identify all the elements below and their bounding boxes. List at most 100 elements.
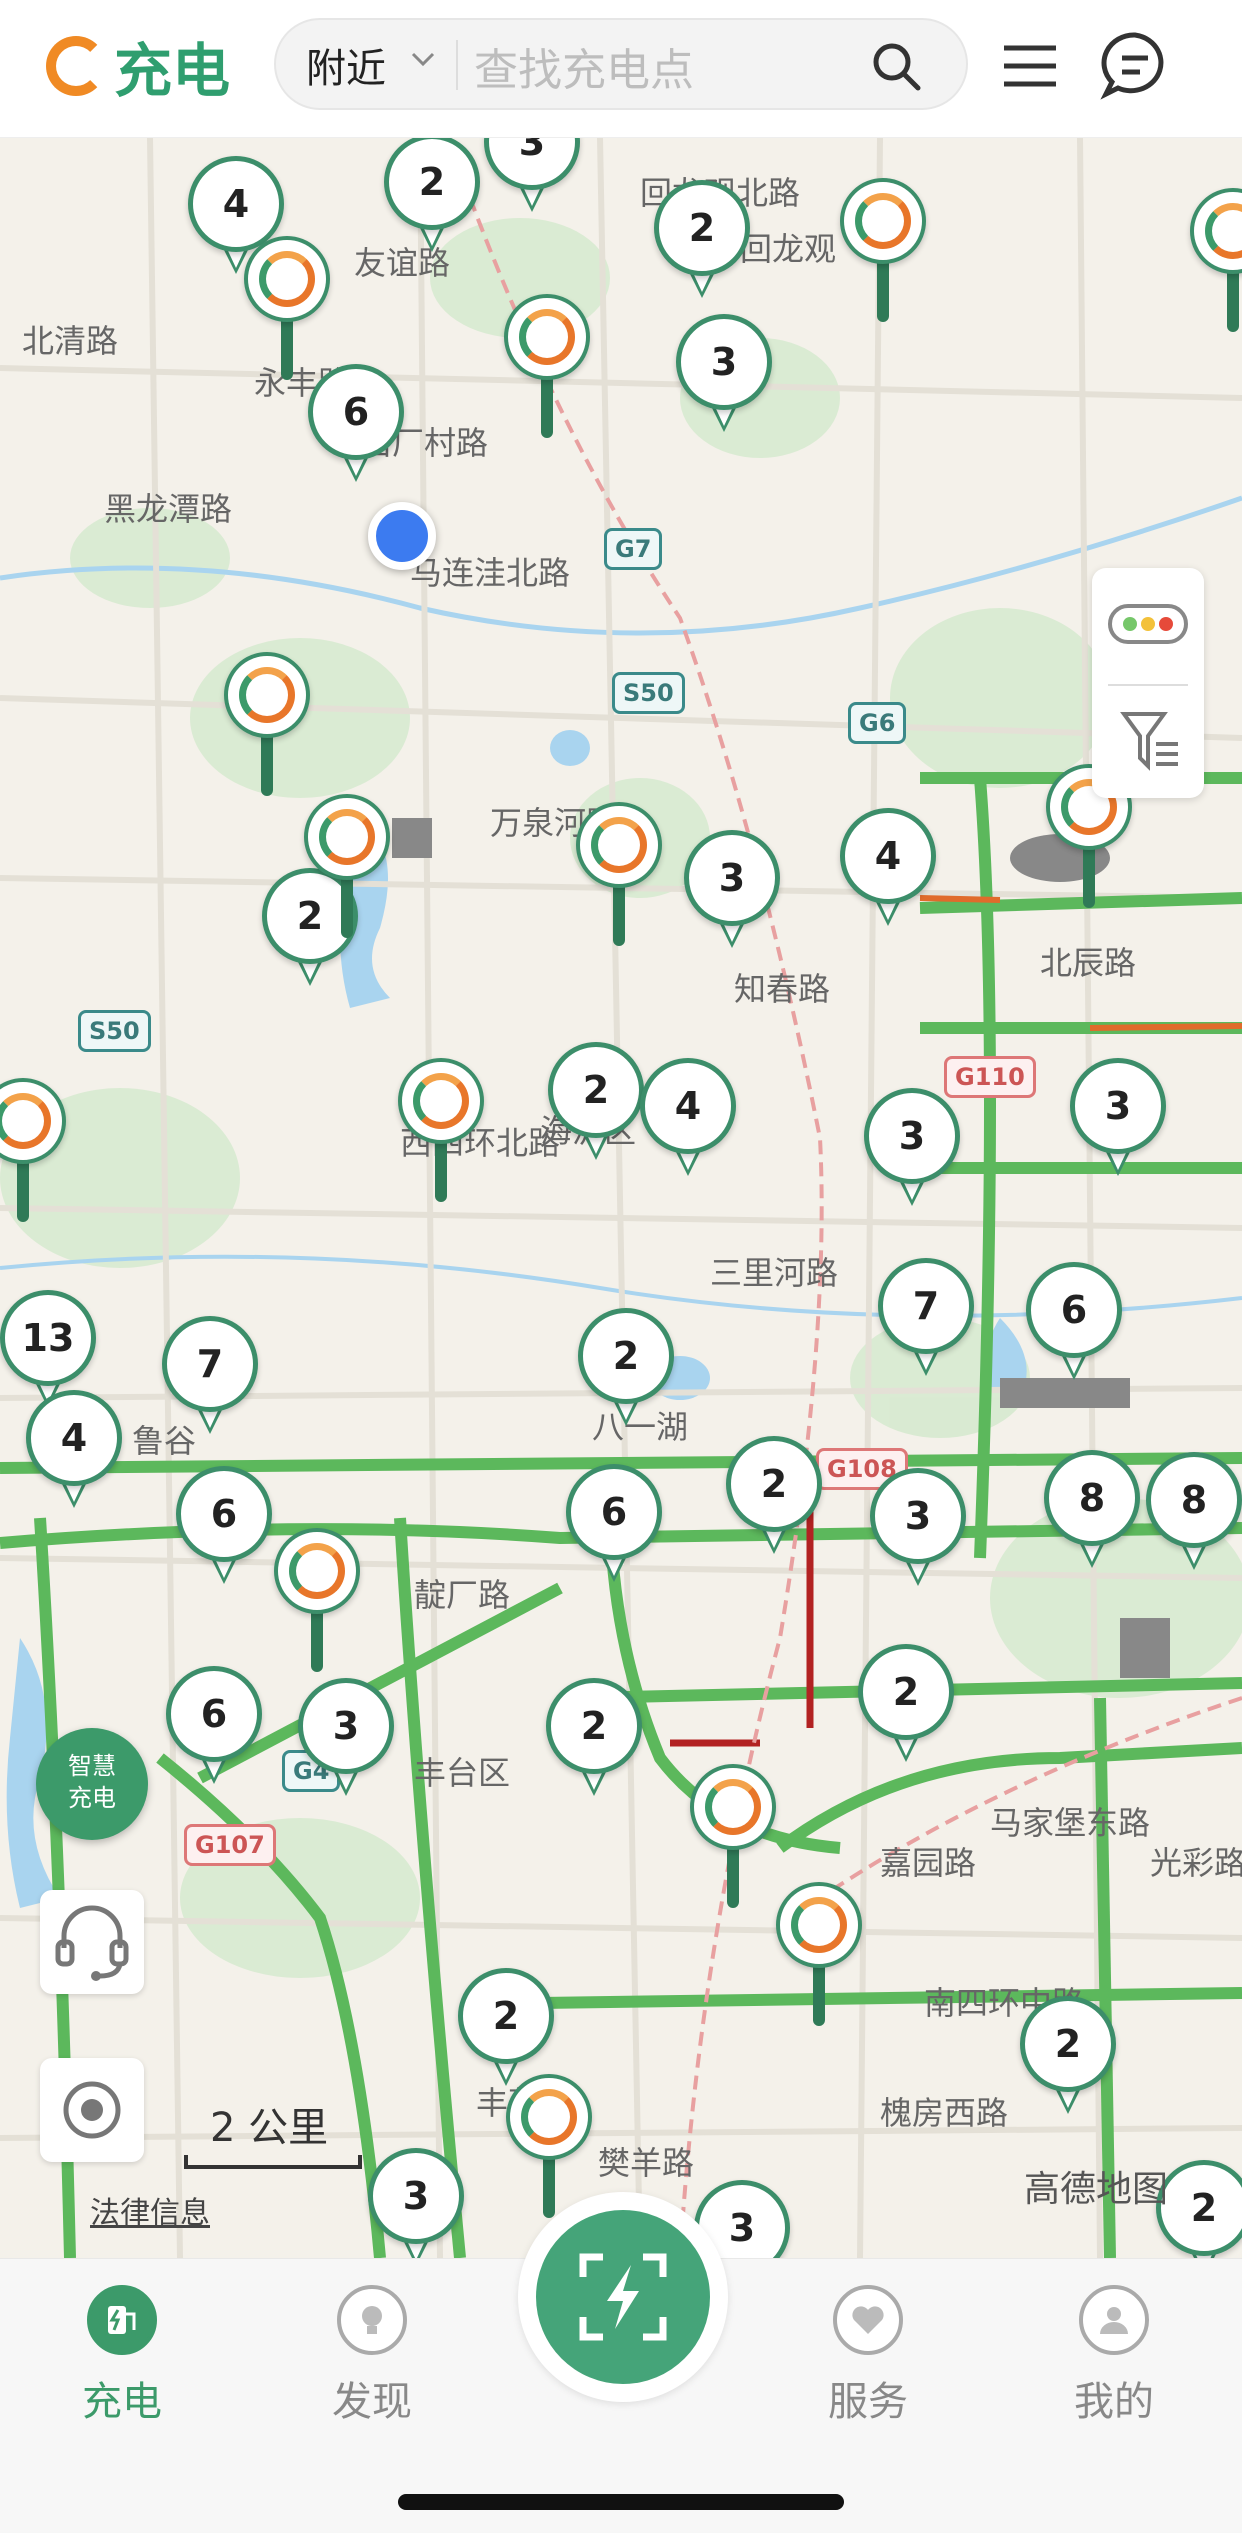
customer-service-button[interactable] (40, 1890, 144, 1994)
station-cluster-pin[interactable]: 6 (1026, 1262, 1122, 1388)
station-cluster-pin[interactable]: 2 (548, 1042, 644, 1168)
pin-stem (261, 732, 273, 796)
station-cluster-pin[interactable]: 8 (1146, 1452, 1242, 1578)
map-label: 槐房西路 (880, 2094, 1009, 2132)
smart-charge-button[interactable]: 智慧 充电 (36, 1728, 148, 1840)
station-cluster-pin[interactable]: 6 (166, 1666, 262, 1792)
tab-discover-label: 发现 (332, 2379, 412, 2425)
cluster-count: 7 (878, 1258, 974, 1354)
brand-station-pin[interactable] (504, 294, 590, 444)
smart-charge-label-2: 充电 (68, 1784, 116, 1812)
station-cluster-pin[interactable]: 7 (878, 1258, 974, 1384)
chevron-down-icon (411, 52, 435, 67)
scan-charge-button[interactable] (518, 2192, 728, 2402)
menu-icon[interactable] (1000, 36, 1060, 96)
brand-station-pin[interactable] (776, 1882, 862, 2032)
cluster-count: 2 (1020, 1996, 1116, 2092)
brand-station-pin[interactable] (398, 1058, 484, 1208)
cluster-count: 6 (1026, 1262, 1122, 1358)
pin-stem (281, 316, 293, 380)
station-cluster-pin[interactable]: 3 (684, 830, 780, 956)
nearby-selector[interactable]: 附近 (306, 36, 386, 94)
pin-stem (543, 2154, 555, 2218)
tab-discover[interactable]: 发现 (302, 2285, 442, 2427)
station-cluster-pin[interactable]: 3 (368, 2148, 464, 2258)
cluster-count: 2 (726, 1436, 822, 1532)
logo-e-icon (46, 36, 106, 96)
lightbulb-icon (337, 2285, 407, 2355)
map-view[interactable]: 北清路 黑龙潭路 后厂村路 马连洼北路 回龙观 北辰路 知春路 万泉河路 西四环北路 三里河路 八一… (0, 138, 1242, 2258)
station-cluster-pin[interactable]: 3 (1070, 1058, 1166, 1184)
locate-me-button[interactable] (40, 2058, 144, 2162)
cluster-count: 4 (640, 1058, 736, 1154)
brand-station-pin[interactable] (690, 1764, 776, 1914)
pin-stem (341, 874, 353, 938)
station-cluster-pin[interactable]: 3 (484, 138, 580, 220)
brand-station-pin[interactable] (274, 1528, 360, 1678)
cluster-count: 2 (578, 1308, 674, 1404)
cluster-count: 3 (298, 1678, 394, 1774)
legal-info-link[interactable]: 法律信息 (90, 2188, 210, 2232)
search-input[interactable]: 查找充电点 (474, 34, 694, 98)
map-provider-label: 高德地图 (1024, 2169, 1169, 2210)
app-logo: 充电 (46, 30, 230, 105)
station-cluster-pin[interactable]: 2 (578, 1308, 674, 1434)
station-cluster-pin[interactable]: 3 (676, 314, 772, 440)
brand-station-pin[interactable] (224, 652, 310, 802)
station-cluster-pin[interactable]: 6 (566, 1464, 662, 1590)
cluster-count: 3 (368, 2148, 464, 2244)
brand-station-pin[interactable] (576, 802, 662, 952)
station-cluster-pin[interactable]: 2 (654, 180, 750, 306)
cluster-count: 3 (676, 314, 772, 410)
station-cluster-pin[interactable]: 6 (176, 1466, 272, 1592)
traffic-toggle-icon[interactable] (1108, 604, 1188, 644)
pin-stem (17, 1158, 29, 1222)
brand-logo-icon (224, 652, 310, 738)
station-cluster-pin[interactable]: 2 (1020, 1996, 1116, 2122)
map-scale: 2 公里 (184, 2095, 362, 2175)
map-label: 靛厂路 (414, 1576, 511, 1614)
station-cluster-pin[interactable]: 3 (298, 1678, 394, 1804)
road-shield: G107 (184, 1824, 276, 1866)
brand-station-pin[interactable] (244, 236, 330, 386)
headset-icon (55, 1905, 129, 1981)
station-cluster-pin[interactable]: 2 (858, 1644, 954, 1770)
brand-station-pin[interactable] (304, 794, 390, 944)
search-bar[interactable]: 附近 查找充电点 (274, 18, 968, 110)
filter-icon[interactable] (1120, 706, 1180, 776)
station-cluster-pin[interactable]: 4 (840, 808, 936, 934)
search-icon[interactable] (870, 40, 922, 92)
brand-station-pin[interactable] (1190, 188, 1242, 338)
cluster-count: 8 (1044, 1450, 1140, 1546)
tab-service[interactable]: 服务 (798, 2285, 938, 2427)
brand-logo-icon (776, 1882, 862, 1968)
station-cluster-pin[interactable]: 2 (1156, 2160, 1242, 2258)
brand-station-pin[interactable] (0, 1078, 66, 1228)
pin-stem (435, 1138, 447, 1202)
station-cluster-pin[interactable]: 2 (726, 1436, 822, 1562)
logo-text: 充电 (114, 37, 231, 105)
brand-station-pin[interactable] (840, 178, 926, 328)
station-cluster-pin[interactable]: 4 (26, 1390, 122, 1516)
tab-mine[interactable]: 我的 (1044, 2285, 1184, 2427)
tab-charge[interactable]: 充电 (52, 2285, 192, 2427)
station-cluster-pin[interactable]: 8 (1044, 1450, 1140, 1576)
station-cluster-pin[interactable]: 7 (162, 1316, 258, 1442)
message-icon[interactable] (1100, 30, 1170, 100)
station-cluster-pin[interactable]: 3 (870, 1468, 966, 1594)
brand-logo-icon (690, 1764, 776, 1850)
station-cluster-pin[interactable]: 2 (546, 1678, 642, 1804)
cluster-count: 2 (458, 1968, 554, 2064)
station-cluster-pin[interactable]: 3 (864, 1088, 960, 1214)
pin-stem (541, 374, 553, 438)
brand-logo-icon (1190, 188, 1242, 274)
cluster-count: 3 (864, 1088, 960, 1184)
map-label: 樊羊路 (598, 2144, 695, 2182)
app-root: 充电 附近 查找充电点 北清路 黑龙潭路 后厂村路 马连洼北路 回龙观 北辰路 … (0, 0, 1242, 2533)
station-cluster-pin[interactable]: 2 (384, 138, 480, 260)
pin-stem (1083, 844, 1095, 908)
map-tools-panel (1092, 568, 1204, 798)
map-label: 马家堡东路 (990, 1804, 1151, 1842)
station-cluster-pin[interactable]: 4 (640, 1058, 736, 1184)
cluster-count: 4 (26, 1390, 122, 1486)
